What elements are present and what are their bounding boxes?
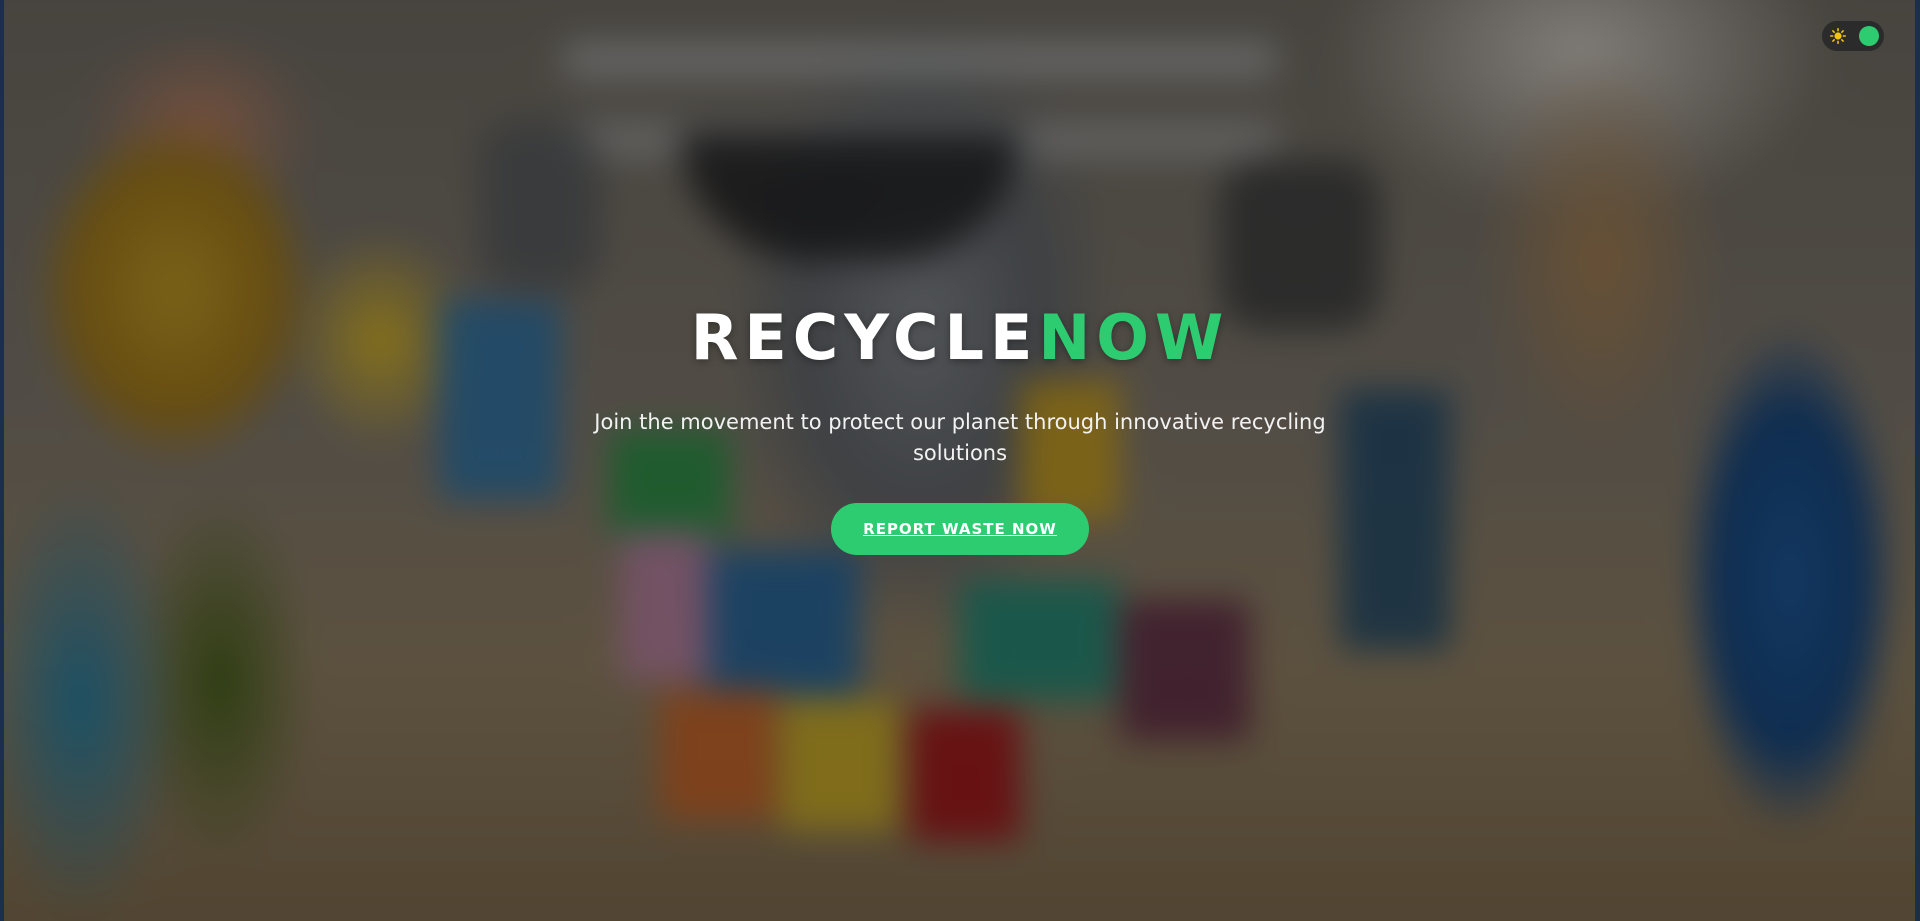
hero-section: RECYCLENOW Join the movement to protect … bbox=[0, 0, 1920, 921]
theme-toggle[interactable] bbox=[1822, 21, 1884, 51]
hero-title: RECYCLENOW bbox=[691, 306, 1230, 369]
sun-icon bbox=[1830, 28, 1846, 44]
toggle-knob bbox=[1859, 26, 1879, 46]
report-waste-button[interactable]: REPORT WASTE NOW bbox=[831, 502, 1089, 555]
page: RECYCLENOW Join the movement to protect … bbox=[0, 0, 1920, 921]
hero-title-accent: NOW bbox=[1038, 300, 1230, 374]
hero-title-main: RECYCLE bbox=[690, 300, 1039, 374]
hero-subtitle: Join the movement to protect our planet … bbox=[594, 409, 1326, 465]
